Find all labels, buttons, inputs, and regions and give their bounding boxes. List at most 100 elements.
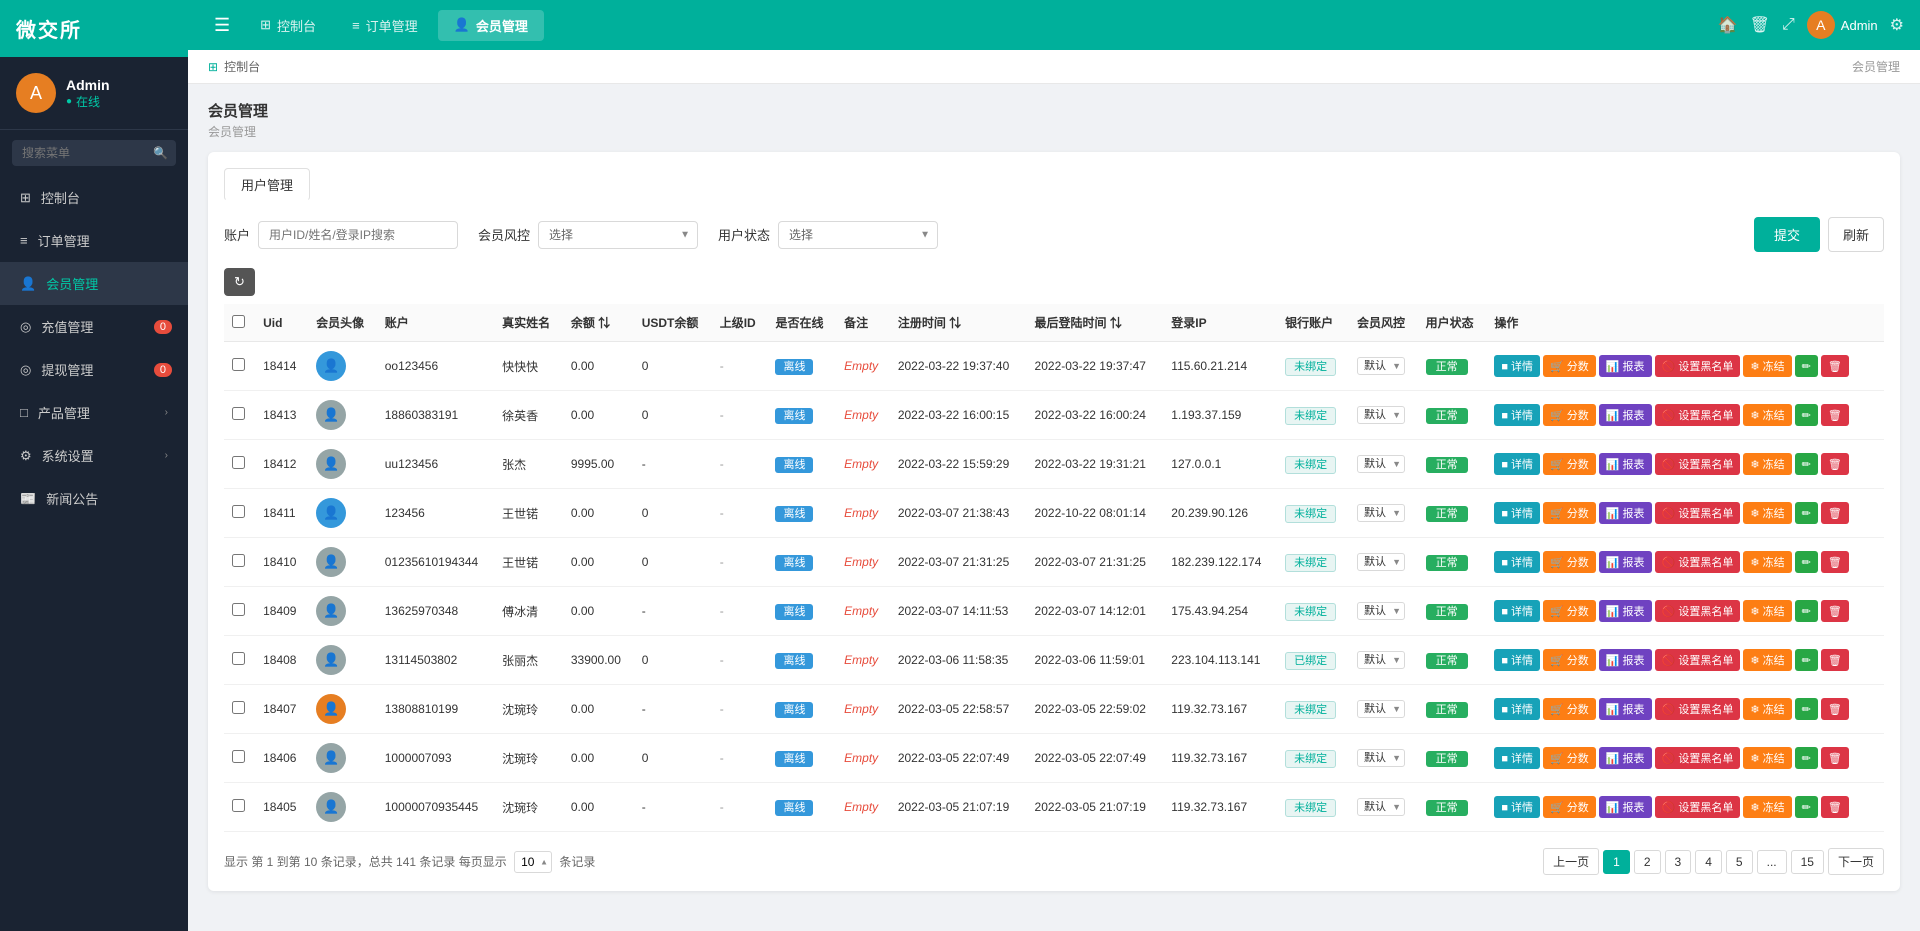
risk-select[interactable]: 默认 bbox=[1357, 357, 1405, 375]
delete-button[interactable]: 🗑 bbox=[1821, 404, 1849, 426]
blacklist-button[interactable]: 🚫 设置黑名单 bbox=[1655, 698, 1741, 720]
sidebar-search-input[interactable] bbox=[12, 140, 176, 166]
sidebar-item-dashboard[interactable]: ⊞ 控制台 bbox=[0, 176, 188, 219]
detail-button[interactable]: ■ 详情 bbox=[1494, 747, 1540, 769]
report-button[interactable]: 📊 报表 bbox=[1599, 796, 1652, 818]
risk-select[interactable]: 默认 bbox=[1357, 749, 1405, 767]
edit-button[interactable]: ✏ bbox=[1795, 796, 1818, 818]
detail-button[interactable]: ■ 详情 bbox=[1494, 453, 1540, 475]
row-checkbox[interactable] bbox=[232, 554, 245, 567]
risk-select[interactable]: 默认 bbox=[1357, 700, 1405, 718]
detail-button[interactable]: ■ 详情 bbox=[1494, 796, 1540, 818]
detail-button[interactable]: ■ 详情 bbox=[1494, 355, 1540, 377]
sidebar-item-settings[interactable]: ⚙ 系统设置 › bbox=[0, 434, 188, 477]
topnav-tab-orders[interactable]: ≡ 订单管理 bbox=[336, 10, 434, 41]
row-checkbox[interactable] bbox=[232, 799, 245, 812]
edit-button[interactable]: ✏ bbox=[1795, 747, 1818, 769]
blacklist-button[interactable]: 🚫 设置黑名单 bbox=[1655, 502, 1741, 524]
page-5-button[interactable]: 5 bbox=[1726, 850, 1753, 874]
select-all-checkbox[interactable] bbox=[232, 315, 245, 328]
report-button[interactable]: 📊 报表 bbox=[1599, 551, 1652, 573]
blacklist-button[interactable]: 🚫 设置黑名单 bbox=[1655, 600, 1741, 622]
sidebar-item-recharge[interactable]: ◎ 充值管理 0 bbox=[0, 305, 188, 348]
score-button[interactable]: 🛒 分数 bbox=[1543, 453, 1596, 475]
topnav-tab-members[interactable]: 👤 会员管理 bbox=[438, 10, 544, 41]
user-management-tab[interactable]: 用户管理 bbox=[224, 168, 310, 201]
blacklist-button[interactable]: 🚫 设置黑名单 bbox=[1655, 453, 1741, 475]
delete-button[interactable]: 🗑 bbox=[1821, 698, 1849, 720]
per-page-select[interactable]: 10 20 50 bbox=[514, 851, 552, 873]
sidebar-item-products[interactable]: □ 产品管理 › bbox=[0, 391, 188, 434]
edit-button[interactable]: ✏ bbox=[1795, 355, 1818, 377]
report-button[interactable]: 📊 报表 bbox=[1599, 453, 1652, 475]
freeze-button[interactable]: ❄ 冻结 bbox=[1743, 551, 1791, 573]
edit-button[interactable]: ✏ bbox=[1795, 551, 1818, 573]
score-button[interactable]: 🛒 分数 bbox=[1543, 404, 1596, 426]
score-button[interactable]: 🛒 分数 bbox=[1543, 502, 1596, 524]
row-checkbox[interactable] bbox=[232, 456, 245, 469]
risk-select[interactable]: 默认 bbox=[1357, 602, 1405, 620]
freeze-button[interactable]: ❄ 冻结 bbox=[1743, 404, 1791, 426]
more-icon[interactable]: ⚙ bbox=[1890, 15, 1904, 35]
row-checkbox[interactable] bbox=[232, 652, 245, 665]
page-4-button[interactable]: 4 bbox=[1695, 850, 1722, 874]
report-button[interactable]: 📊 报表 bbox=[1599, 747, 1652, 769]
breadcrumb-root[interactable]: 控制台 bbox=[224, 58, 260, 75]
report-button[interactable]: 📊 报表 bbox=[1599, 355, 1652, 377]
blacklist-button[interactable]: 🚫 设置黑名单 bbox=[1655, 747, 1741, 769]
delete-button[interactable]: 🗑 bbox=[1821, 796, 1849, 818]
detail-button[interactable]: ■ 详情 bbox=[1494, 698, 1540, 720]
freeze-button[interactable]: ❄ 冻结 bbox=[1743, 698, 1791, 720]
topnav-tab-dashboard[interactable]: ⊞ 控制台 bbox=[244, 10, 332, 41]
risk-select[interactable]: 默认 bbox=[1357, 651, 1405, 669]
page-2-button[interactable]: 2 bbox=[1634, 850, 1661, 874]
freeze-button[interactable]: ❄ 冻结 bbox=[1743, 796, 1791, 818]
delete-button[interactable]: 🗑 bbox=[1821, 502, 1849, 524]
risk-select[interactable]: 默认 bbox=[1357, 406, 1405, 424]
submit-button[interactable]: 提交 bbox=[1754, 217, 1820, 252]
edit-button[interactable]: ✏ bbox=[1795, 453, 1818, 475]
blacklist-button[interactable]: 🚫 设置黑名单 bbox=[1655, 649, 1741, 671]
score-button[interactable]: 🛒 分数 bbox=[1543, 796, 1596, 818]
hamburger-icon[interactable]: ☰ bbox=[204, 9, 240, 42]
sidebar-item-members[interactable]: 👤 会员管理 bbox=[0, 262, 188, 305]
account-search-input[interactable] bbox=[258, 221, 458, 249]
sidebar-item-orders[interactable]: ≡ 订单管理 bbox=[0, 219, 188, 262]
row-checkbox[interactable] bbox=[232, 603, 245, 616]
detail-button[interactable]: ■ 详情 bbox=[1494, 649, 1540, 671]
delete-button[interactable]: 🗑 bbox=[1821, 649, 1849, 671]
freeze-button[interactable]: ❄ 冻结 bbox=[1743, 453, 1791, 475]
page-15-button[interactable]: 15 bbox=[1791, 850, 1824, 874]
freeze-button[interactable]: ❄ 冻结 bbox=[1743, 600, 1791, 622]
delete-button[interactable]: 🗑 bbox=[1821, 551, 1849, 573]
report-button[interactable]: 📊 报表 bbox=[1599, 404, 1652, 426]
freeze-button[interactable]: ❄ 冻结 bbox=[1743, 355, 1791, 377]
blacklist-button[interactable]: 🚫 设置黑名单 bbox=[1655, 796, 1741, 818]
risk-select[interactable]: 默认 bbox=[1357, 504, 1405, 522]
edit-button[interactable]: ✏ bbox=[1795, 600, 1818, 622]
score-button[interactable]: 🛒 分数 bbox=[1543, 600, 1596, 622]
score-button[interactable]: 🛒 分数 bbox=[1543, 649, 1596, 671]
detail-button[interactable]: ■ 详情 bbox=[1494, 404, 1540, 426]
refresh-table-button[interactable]: ↻ bbox=[224, 268, 255, 296]
blacklist-button[interactable]: 🚫 设置黑名单 bbox=[1655, 355, 1741, 377]
row-checkbox[interactable] bbox=[232, 750, 245, 763]
freeze-button[interactable]: ❄ 冻结 bbox=[1743, 649, 1791, 671]
edit-button[interactable]: ✏ bbox=[1795, 649, 1818, 671]
risk-select[interactable]: 默认 bbox=[1357, 798, 1405, 816]
detail-button[interactable]: ■ 详情 bbox=[1494, 551, 1540, 573]
home-icon[interactable]: 🏠 bbox=[1718, 15, 1738, 35]
admin-menu[interactable]: A Admin bbox=[1807, 11, 1878, 39]
score-button[interactable]: 🛒 分数 bbox=[1543, 551, 1596, 573]
row-checkbox[interactable] bbox=[232, 358, 245, 371]
report-button[interactable]: 📊 报表 bbox=[1599, 502, 1652, 524]
page-1-button[interactable]: 1 bbox=[1603, 850, 1630, 874]
expand-icon[interactable]: ⤢ bbox=[1782, 16, 1795, 34]
blacklist-button[interactable]: 🚫 设置黑名单 bbox=[1655, 551, 1741, 573]
prev-page-button[interactable]: 上一页 bbox=[1543, 848, 1599, 875]
next-page-button[interactable]: 下一页 bbox=[1828, 848, 1884, 875]
freeze-button[interactable]: ❄ 冻结 bbox=[1743, 747, 1791, 769]
row-checkbox[interactable] bbox=[232, 407, 245, 420]
row-checkbox[interactable] bbox=[232, 505, 245, 518]
row-checkbox[interactable] bbox=[232, 701, 245, 714]
